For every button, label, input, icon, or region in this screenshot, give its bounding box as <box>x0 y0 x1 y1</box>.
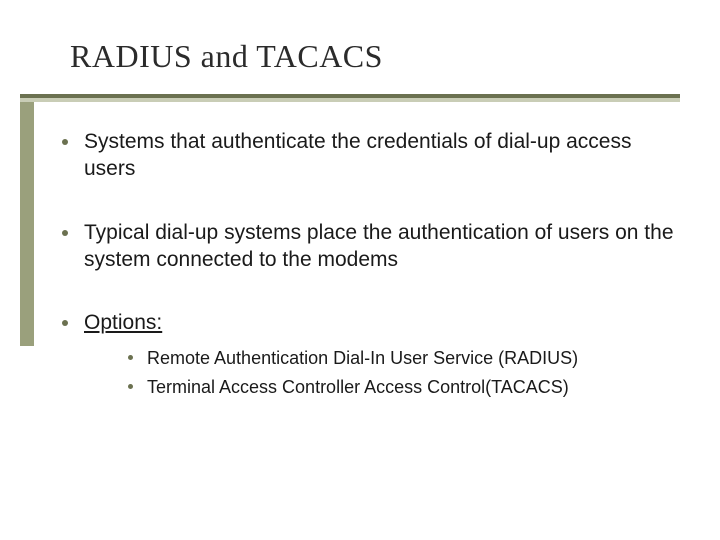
sub-bullet-dot-icon <box>128 384 133 389</box>
slide-content: Systems that authenticate the credential… <box>62 128 682 403</box>
bullet-item-options: Options: Remote Authentication Dial-In U… <box>62 309 682 403</box>
options-label: Options: <box>84 309 578 336</box>
sub-item: Remote Authentication Dial-In User Servi… <box>128 346 578 370</box>
slide-title: RADIUS and TACACS <box>70 38 680 75</box>
bullet-text: Typical dial-up systems place the authen… <box>84 219 682 274</box>
sub-text: Terminal Access Controller Access Contro… <box>147 375 569 399</box>
bullet-dot-icon <box>62 320 68 326</box>
left-accent-bar <box>20 94 34 346</box>
bullet-dot-icon <box>62 230 68 236</box>
options-sublist: Remote Authentication Dial-In User Servi… <box>128 346 578 399</box>
bullet-item: Systems that authenticate the credential… <box>62 128 682 183</box>
title-underline-light <box>20 98 680 102</box>
bullet-text: Systems that authenticate the credential… <box>84 128 682 183</box>
title-area: RADIUS and TACACS <box>70 38 680 75</box>
sub-item: Terminal Access Controller Access Contro… <box>128 375 578 399</box>
sub-text: Remote Authentication Dial-In User Servi… <box>147 346 578 370</box>
sub-bullet-dot-icon <box>128 355 133 360</box>
bullet-item: Typical dial-up systems place the authen… <box>62 219 682 274</box>
bullet-dot-icon <box>62 139 68 145</box>
